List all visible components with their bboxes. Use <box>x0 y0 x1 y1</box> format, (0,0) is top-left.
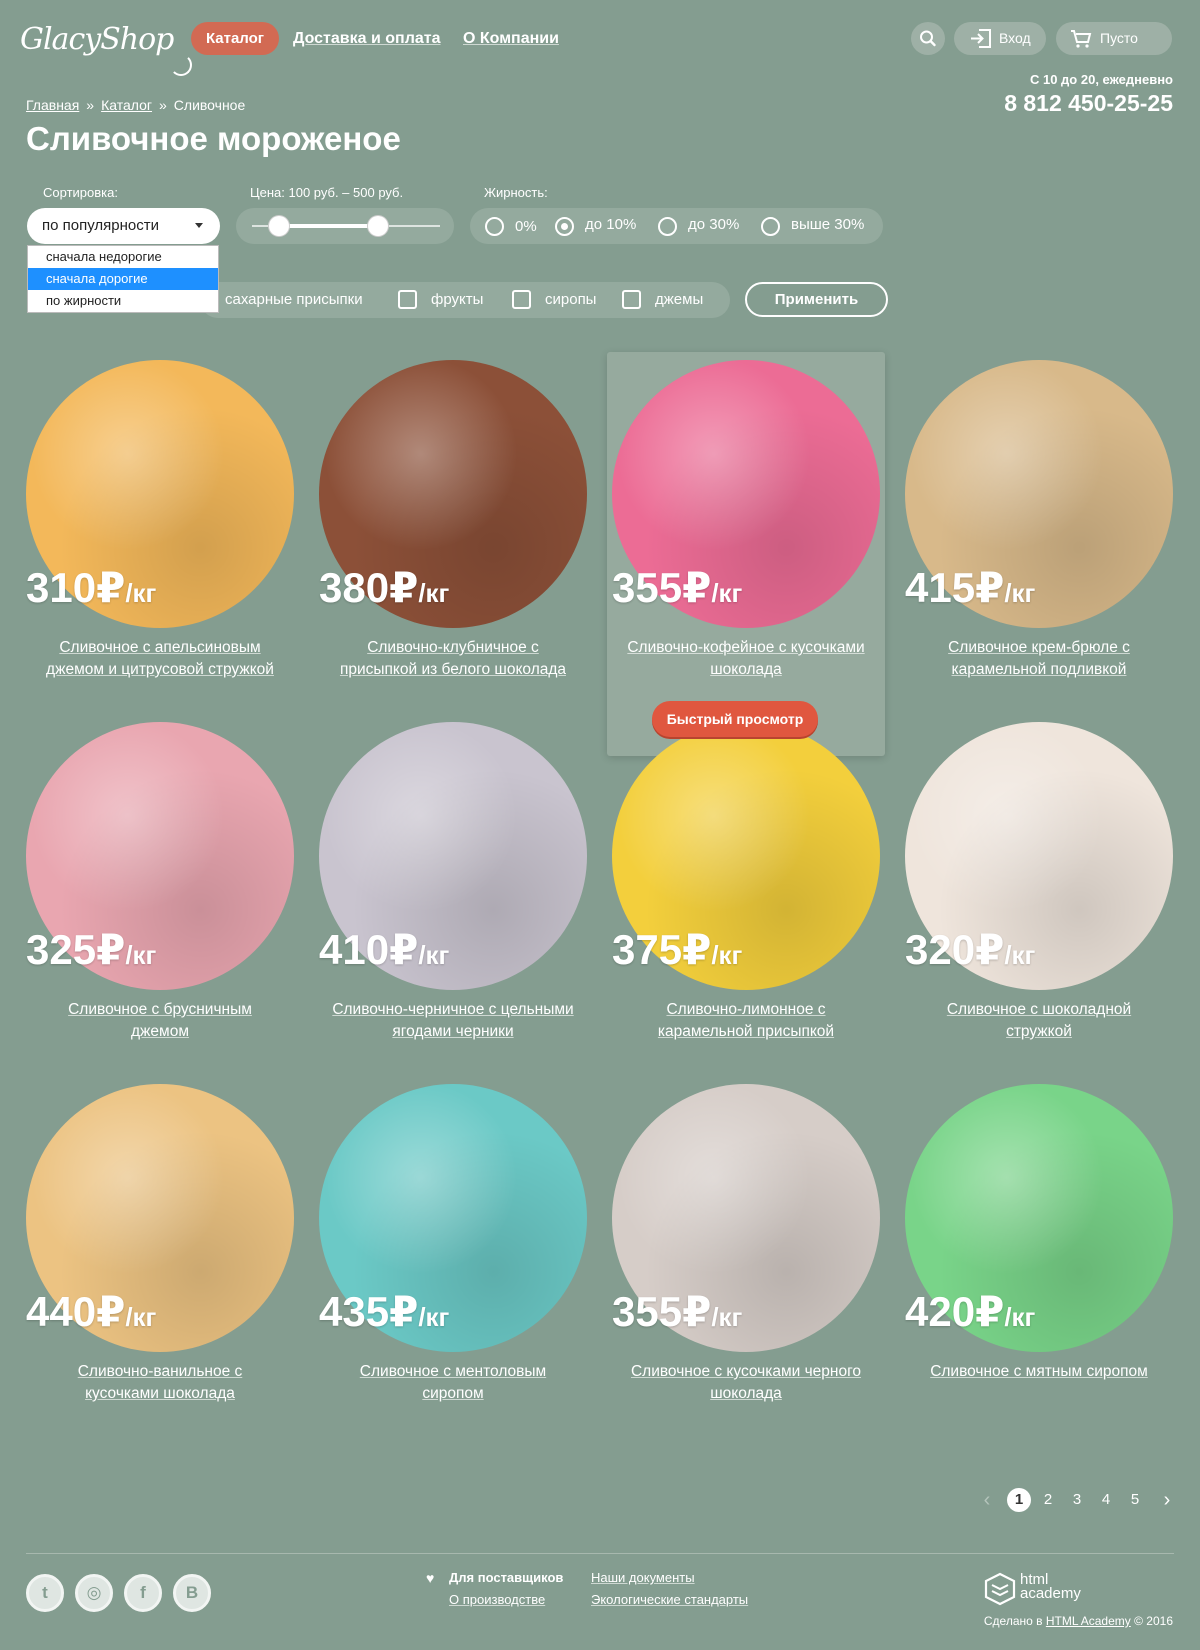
vkontakte-icon[interactable]: B <box>173 1574 211 1612</box>
product-price: 415₽/кг <box>905 564 1036 611</box>
product-price: 310₽/кг <box>26 564 157 611</box>
cart-button[interactable]: Пусто <box>1056 22 1172 55</box>
product-price: 325₽/кг <box>26 926 157 973</box>
extra-label-syrups[interactable]: сиропы <box>545 291 596 308</box>
product-name[interactable]: Сливочное крем-брюле с карамельной подлив… <box>904 637 1174 681</box>
fat-label-30[interactable]: до 30% <box>688 216 739 233</box>
login-label: Вход <box>999 30 1031 46</box>
footer-documents[interactable]: Наши документы <box>591 1570 695 1585</box>
price-min-handle[interactable] <box>269 216 289 236</box>
product-name[interactable]: Сливочное с ментоловым сиропом <box>318 1361 588 1405</box>
search-icon <box>920 30 936 47</box>
cart-icon <box>1071 30 1092 48</box>
extra-label-sugar[interactable]: сахарные присыпки <box>225 291 363 308</box>
login-button[interactable]: Вход <box>954 22 1046 55</box>
pagination-page-2[interactable]: 2 <box>1036 1488 1060 1512</box>
price-slider-range <box>279 224 379 228</box>
footer-divider <box>26 1553 1174 1554</box>
fat-label: Жирность: <box>484 185 548 200</box>
login-icon <box>971 29 991 48</box>
cart-label: Пусто <box>1100 30 1138 46</box>
sort-select-value: по популярности <box>42 217 159 234</box>
fat-radio-30[interactable] <box>658 217 677 236</box>
footer-suppliers[interactable]: Для поставщиков <box>449 1570 563 1585</box>
price-max-handle[interactable] <box>368 216 388 236</box>
product-price: 320₽/кг <box>905 926 1036 973</box>
pagination-page-4[interactable]: 4 <box>1094 1488 1118 1512</box>
sort-option-expensive[interactable]: сначала дорогие <box>28 268 218 290</box>
fat-label-10[interactable]: до 10% <box>585 216 636 233</box>
nav-delivery[interactable]: Доставка и оплата <box>293 22 441 55</box>
fat-radio-30plus[interactable] <box>761 217 780 236</box>
quick-view-button[interactable]: Быстрый просмотр <box>652 701 818 737</box>
html-academy-logo[interactable]: html academy <box>1020 1572 1081 1601</box>
heart-icon: ♥ <box>426 1570 435 1586</box>
pagination-page-3[interactable]: 3 <box>1065 1488 1089 1512</box>
sort-option-cheap[interactable]: сначала недорогие <box>28 246 218 268</box>
phone-number[interactable]: 8 812 450-25-25 <box>1004 90 1173 117</box>
dropdown-arrow-icon <box>195 223 203 228</box>
html-academy-logo-icon <box>984 1572 1016 1606</box>
product-name[interactable]: Сливочно-черничное с цельными ягодами чер… <box>318 999 588 1043</box>
extra-checkbox-fruits[interactable] <box>398 290 417 309</box>
product-name[interactable]: Сливочно-лимонное с карамельной присыпкой <box>611 999 881 1043</box>
product-name[interactable]: Сливочное с апельсиновым джемом и цитрусо… <box>25 637 295 681</box>
product-price: 375₽/кг <box>612 926 743 973</box>
apply-button[interactable]: Применить <box>745 282 888 317</box>
product-name[interactable]: Сливочное с брусничным джемом <box>25 999 295 1043</box>
sort-option-fat[interactable]: по жирности <box>28 290 218 312</box>
pagination-page-1[interactable]: 1 <box>1007 1488 1031 1512</box>
page-title: Сливочное мороженое <box>26 120 401 157</box>
breadcrumb-home[interactable]: Главная <box>26 97 79 113</box>
facebook-icon[interactable]: f <box>124 1574 162 1612</box>
product-price: 355₽/кг <box>612 1288 743 1335</box>
footer-production[interactable]: О производстве <box>449 1592 545 1607</box>
product-name[interactable]: Сливочное с шоколадной стружкой <box>904 999 1174 1043</box>
search-button[interactable] <box>911 22 945 55</box>
extra-label-jams[interactable]: джемы <box>655 291 703 308</box>
pagination-prev-icon[interactable]: ‹ <box>975 1488 999 1512</box>
product-name[interactable]: Сливочно-ванильное с кусочками шоколада <box>25 1361 295 1405</box>
sort-dropdown: сначала недорогие сначала дорогие по жир… <box>27 245 219 313</box>
fat-label-30plus[interactable]: выше 30% <box>791 216 864 233</box>
product-price: 355₽/кг <box>612 564 743 611</box>
breadcrumb-catalog[interactable]: Каталог <box>101 97 152 113</box>
product-price: 410₽/кг <box>319 926 450 973</box>
product-price: 380₽/кг <box>319 564 450 611</box>
product-name[interactable]: Сливочно-кофейное с кусочками шоколада <box>611 637 881 681</box>
extra-checkbox-jams[interactable] <box>622 290 641 309</box>
product-name[interactable]: Сливочно-клубничное с присыпкой из белого… <box>318 637 588 681</box>
fat-radio-0[interactable] <box>485 217 504 236</box>
product-price: 435₽/кг <box>319 1288 450 1335</box>
product-price: 420₽/кг <box>905 1288 1036 1335</box>
footer-eco[interactable]: Экологические стандарты <box>591 1592 748 1607</box>
sort-label: Сортировка: <box>43 185 118 200</box>
sort-select[interactable]: по популярности <box>27 208 220 244</box>
pagination-next-icon[interactable]: › <box>1155 1488 1179 1512</box>
product-name[interactable]: Сливочное с кусочками черного шоколада <box>611 1361 881 1405</box>
fat-label-0[interactable]: 0% <box>515 218 537 235</box>
twitter-icon[interactable]: t <box>26 1574 64 1612</box>
product-price: 440₽/кг <box>26 1288 157 1335</box>
pagination-page-5[interactable]: 5 <box>1123 1488 1147 1512</box>
extra-checkbox-syrups[interactable] <box>512 290 531 309</box>
fat-radio-10[interactable] <box>555 217 574 236</box>
product-name[interactable]: Сливочное с мятным сиропом <box>904 1361 1174 1383</box>
logo-swirl <box>170 54 192 76</box>
nav-about[interactable]: О Компании <box>463 22 559 55</box>
made-by: Сделано в HTML Academy © 2016 <box>983 1614 1173 1628</box>
breadcrumb: Главная» Каталог» Сливочное <box>26 97 246 113</box>
made-by-link[interactable]: HTML Academy <box>1046 1614 1131 1628</box>
extra-label-fruits[interactable]: фрукты <box>431 291 483 308</box>
logo[interactable]: GlacyShop <box>20 10 192 76</box>
nav-catalog[interactable]: Каталог <box>191 22 279 55</box>
price-label: Цена: 100 руб. – 500 руб. <box>250 185 404 200</box>
instagram-icon[interactable]: ◎ <box>75 1574 113 1612</box>
working-hours: С 10 до 20, ежедневно <box>1029 72 1173 87</box>
breadcrumb-current: Сливочное <box>173 97 246 113</box>
